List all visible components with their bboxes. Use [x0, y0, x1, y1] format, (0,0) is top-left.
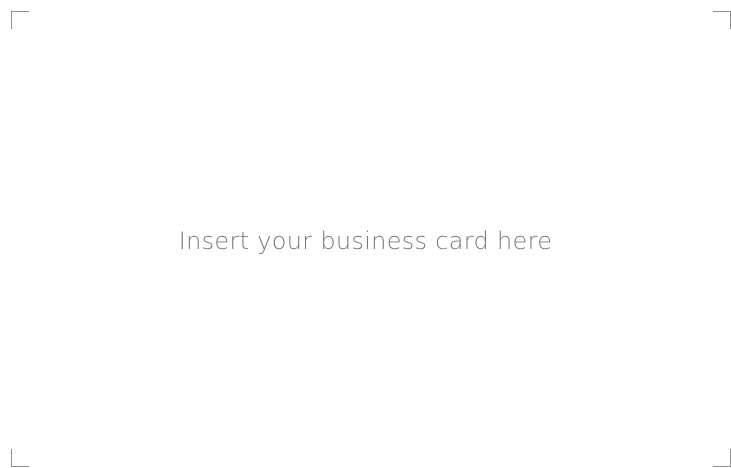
top-left-crop-mark [11, 11, 29, 29]
bottom-left-crop-mark [11, 449, 29, 467]
business-card-placeholder: Insert your business card here [0, 0, 731, 468]
bottom-right-crop-mark [713, 449, 731, 467]
insert-card-text: Insert your business card here [178, 227, 553, 255]
top-right-crop-mark [713, 11, 731, 29]
